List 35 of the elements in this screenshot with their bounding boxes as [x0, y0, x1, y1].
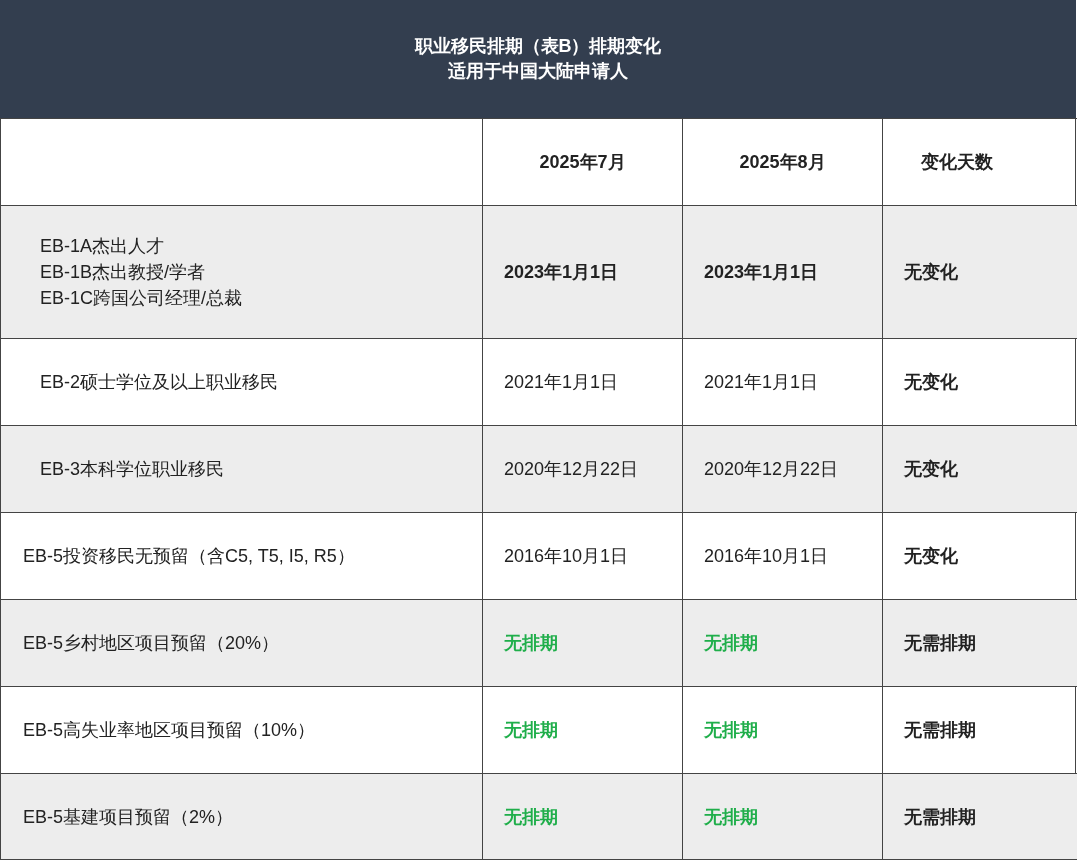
- column-header: 2025年7月: [539, 151, 626, 174]
- date-text: 无需排期: [904, 805, 976, 829]
- status-text: 无排期: [704, 719, 758, 742]
- column-header: 2025年8月: [739, 151, 826, 174]
- date-text: 2021年1月1日: [504, 371, 619, 394]
- date-text: 无变化: [904, 261, 958, 284]
- date-text: 2016年10月1日: [504, 545, 629, 568]
- date-text: 2020年12月22日: [704, 458, 839, 481]
- category-label: EB-5高失业率地区项目预留（10%）: [23, 719, 316, 742]
- status-text: 无排期: [504, 719, 558, 742]
- date-text: 2021年1月1日: [704, 371, 819, 394]
- table-subtitle: 适用于中国大陆申请人: [448, 60, 628, 83]
- date-text: 无变化: [904, 458, 958, 481]
- date-text: 无需排期: [904, 719, 976, 742]
- category-label: EB-1A杰出人才: [40, 235, 165, 258]
- date-text: 2023年1月1日: [704, 261, 819, 284]
- date-text: 无变化: [904, 545, 958, 568]
- category-label: EB-5乡村地区项目预留（20%）: [23, 632, 280, 655]
- column-header: 变化天数: [921, 151, 993, 174]
- category-label: EB-1C跨国公司经理/总裁: [40, 287, 243, 310]
- category-label: EB-5投资移民无预留（含C5, T5, I5, R5）: [23, 545, 355, 568]
- category-label: EB-3本科学位职业移民: [40, 458, 225, 481]
- date-text: 无需排期: [904, 632, 976, 655]
- status-text: 无排期: [504, 805, 558, 829]
- status-text: 无排期: [504, 632, 558, 655]
- date-text: 无变化: [904, 371, 958, 394]
- status-text: 无排期: [704, 805, 758, 829]
- category-label: EB-1B杰出教授/学者: [40, 261, 206, 284]
- date-text: 2020年12月22日: [504, 458, 639, 481]
- status-text: 无排期: [704, 632, 758, 655]
- category-label: EB-5基建项目预留（2%）: [23, 805, 234, 829]
- date-text: 2023年1月1日: [504, 261, 619, 284]
- table-title: 职业移民排期（表B）排期变化: [414, 35, 662, 58]
- date-text: 2016年10月1日: [704, 545, 829, 568]
- category-label: EB-2硕士学位及以上职业移民: [40, 371, 279, 394]
